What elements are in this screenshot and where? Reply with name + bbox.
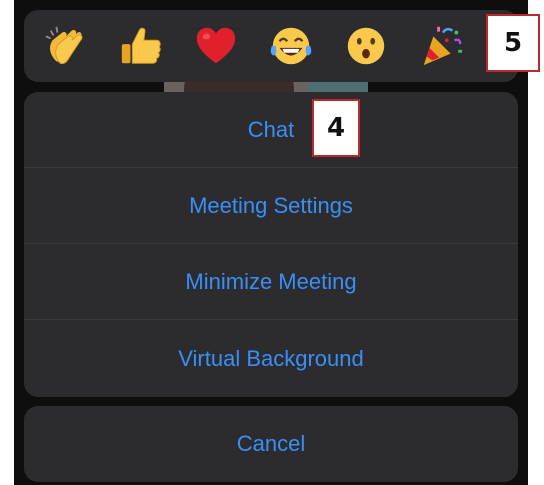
open-mouth-icon (347, 27, 385, 65)
reaction-wow-button[interactable] (342, 22, 390, 70)
chat-button[interactable]: Chat (24, 92, 518, 168)
virtual-background-button[interactable]: Virtual Background (24, 320, 518, 397)
red-heart-icon (196, 27, 236, 64)
minimize-meeting-button[interactable]: Minimize Meeting (24, 244, 518, 320)
thumbs-up-icon (121, 27, 161, 64)
reaction-thumbs-up-button[interactable] (117, 22, 165, 70)
step-callout-5: 5 (486, 14, 540, 72)
tears-of-joy-icon (270, 27, 312, 65)
reaction-heart-button[interactable] (192, 22, 240, 70)
reaction-bar (24, 10, 518, 82)
reaction-party-button[interactable] (417, 22, 465, 70)
meeting-screen: Chat Meeting Settings Minimize Meeting V… (14, 0, 528, 485)
clapping-hands-icon (45, 26, 83, 65)
reaction-clap-button[interactable] (42, 22, 90, 70)
reaction-joy-button[interactable] (267, 22, 315, 70)
step-callout-4: 4 (312, 99, 360, 157)
meeting-settings-button[interactable]: Meeting Settings (24, 168, 518, 244)
cancel-button[interactable]: Cancel (24, 406, 518, 482)
action-sheet: Chat Meeting Settings Minimize Meeting V… (24, 92, 518, 397)
party-popper-icon (423, 26, 463, 66)
